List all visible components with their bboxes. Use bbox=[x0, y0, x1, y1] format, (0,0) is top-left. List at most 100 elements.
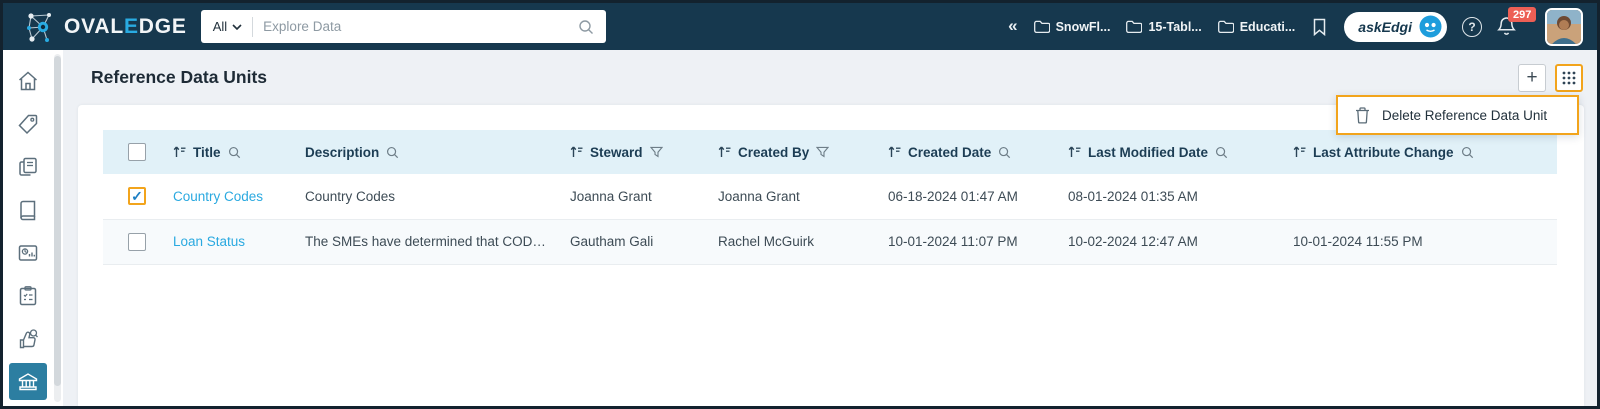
column-search-icon[interactable] bbox=[228, 146, 241, 159]
cell-created-date: 06-18-2024 01:47 AM bbox=[888, 188, 1018, 204]
column-header-created-by[interactable]: Created By bbox=[710, 130, 880, 174]
askedgi-button[interactable]: askEdgi bbox=[1344, 11, 1447, 42]
sort-icon[interactable] bbox=[718, 145, 731, 159]
sidebar-item-governance[interactable] bbox=[9, 363, 47, 400]
page-title: Reference Data Units bbox=[91, 67, 268, 87]
breadcrumb-snowflake[interactable]: SnowFl... bbox=[1033, 19, 1111, 34]
governance-bank-icon bbox=[16, 370, 40, 394]
folder-icon bbox=[1033, 19, 1050, 34]
search-icon[interactable] bbox=[578, 19, 594, 35]
main-content: Reference Data Units + Delete Reference … bbox=[63, 50, 1597, 406]
table-row: ✓ Country Codes Country Codes Joanna Gra… bbox=[103, 174, 1557, 219]
ovaledge-molecule-icon bbox=[23, 10, 55, 44]
cell-created-by: Rachel McGuirk bbox=[718, 234, 815, 249]
cell-description: The SMEs have determined that CODED... bbox=[305, 234, 562, 249]
column-search-icon[interactable] bbox=[386, 146, 399, 159]
cell-created-by: Joanna Grant bbox=[718, 188, 800, 204]
column-header-last-attribute-change[interactable]: Last Attribute Change bbox=[1285, 130, 1557, 174]
book-icon bbox=[16, 198, 40, 222]
sidebar-item-glossary[interactable] bbox=[9, 192, 47, 229]
app-window: OVALEDGE All « SnowFl... bbox=[0, 0, 1600, 409]
endorse-hand-icon bbox=[16, 327, 40, 351]
bookmark-icon[interactable] bbox=[1312, 18, 1327, 36]
user-avatar[interactable] bbox=[1545, 7, 1583, 46]
ovaledge-logo[interactable]: OVALEDGE bbox=[23, 10, 187, 44]
home-icon bbox=[16, 69, 40, 93]
content-panel: ✓ Title Description bbox=[78, 105, 1584, 406]
column-header-created-date[interactable]: Created Date bbox=[880, 130, 1060, 174]
column-filter-icon[interactable] bbox=[649, 146, 663, 159]
sidebar-item-data-catalog[interactable] bbox=[9, 149, 47, 186]
cell-created-date: 10-01-2024 11:07 PM bbox=[888, 234, 1018, 249]
folder-icon bbox=[1217, 19, 1234, 34]
left-sidebar bbox=[3, 50, 63, 406]
reference-data-units-table: ✓ Title Description bbox=[103, 130, 1557, 265]
help-icon[interactable]: ? bbox=[1462, 16, 1482, 37]
add-reference-data-unit-button[interactable]: + bbox=[1518, 63, 1546, 92]
top-navbar: OVALEDGE All « SnowFl... bbox=[3, 3, 1597, 50]
nine-dots-menu-button[interactable] bbox=[1555, 63, 1583, 92]
search-scope-label: All bbox=[212, 19, 228, 34]
sidebar-item-projects[interactable] bbox=[9, 277, 47, 314]
cell-last-modified-date: 10-02-2024 12:47 AM bbox=[1068, 234, 1198, 249]
collapse-breadcrumbs-icon[interactable]: « bbox=[1008, 17, 1017, 37]
breadcrumb-15-tables[interactable]: 15-Tabl... bbox=[1125, 19, 1202, 34]
global-search-bar[interactable]: All bbox=[200, 10, 606, 43]
folder-icon bbox=[1125, 19, 1143, 34]
askedgi-bot-icon bbox=[1419, 15, 1442, 38]
column-filter-icon[interactable] bbox=[816, 146, 830, 159]
table-row: ✓ Loan Status The SMEs have determined t… bbox=[103, 219, 1557, 264]
search-divider bbox=[252, 16, 254, 37]
cell-steward: Joanna Grant bbox=[570, 188, 652, 204]
checklist-icon bbox=[16, 284, 40, 308]
sidebar-scrollbar-thumb[interactable] bbox=[54, 56, 61, 386]
nine-dots-icon bbox=[1562, 71, 1576, 84]
cell-last-attribute-change bbox=[1285, 174, 1557, 219]
row-checkbox[interactable]: ✓ bbox=[128, 187, 146, 206]
breadcrumb-label: SnowFl... bbox=[1055, 19, 1111, 34]
reference-data-unit-link[interactable]: Country Codes bbox=[173, 189, 263, 204]
askedgi-label: askEdgi bbox=[1358, 18, 1412, 35]
sidebar-item-home[interactable] bbox=[9, 63, 47, 100]
notifications-button[interactable]: 297 bbox=[1497, 7, 1537, 37]
sort-icon[interactable] bbox=[173, 145, 186, 159]
sort-icon[interactable] bbox=[1293, 145, 1306, 159]
column-header-title[interactable]: Title bbox=[165, 130, 297, 174]
tag-icon bbox=[16, 112, 40, 136]
cell-last-attribute-change: 10-01-2024 11:55 PM bbox=[1293, 234, 1423, 249]
column-search-icon[interactable] bbox=[998, 146, 1011, 159]
sidebar-item-reports[interactable] bbox=[9, 235, 47, 272]
breadcrumb-education[interactable]: Educati... bbox=[1217, 19, 1296, 34]
cell-last-modified-date: 08-01-2024 01:35 AM bbox=[1068, 188, 1198, 204]
sort-icon[interactable] bbox=[888, 145, 901, 159]
sort-icon[interactable] bbox=[1068, 145, 1081, 159]
column-search-icon[interactable] bbox=[1215, 146, 1228, 159]
cell-steward: Gautham Gali bbox=[570, 234, 654, 249]
header-actions: + bbox=[1518, 63, 1583, 92]
ovaledge-wordmark: OVALEDGE bbox=[64, 14, 187, 38]
trash-icon bbox=[1355, 106, 1370, 124]
sort-icon[interactable] bbox=[570, 145, 583, 159]
cell-description: Country Codes bbox=[305, 188, 396, 204]
sidebar-item-data-quality[interactable] bbox=[9, 320, 47, 357]
row-checkbox[interactable]: ✓ bbox=[128, 232, 146, 251]
notification-count-badge: 297 bbox=[1508, 7, 1537, 22]
sidebar-item-tags[interactable] bbox=[9, 106, 47, 143]
chevron-down-icon bbox=[232, 23, 242, 30]
breadcrumb-label: 15-Tabl... bbox=[1148, 19, 1202, 34]
report-chart-icon bbox=[16, 241, 40, 265]
column-search-icon[interactable] bbox=[1461, 146, 1474, 159]
column-header-last-modified-date[interactable]: Last Modified Date bbox=[1060, 130, 1285, 174]
copy-pages-icon bbox=[16, 155, 40, 179]
reference-data-unit-link[interactable]: Loan Status bbox=[173, 234, 245, 249]
breadcrumb-label: Educati... bbox=[1239, 19, 1296, 34]
menu-item-label: Delete Reference Data Unit bbox=[1382, 107, 1548, 123]
select-all-checkbox[interactable]: ✓ bbox=[128, 143, 146, 161]
menu-item-delete-reference-data-unit[interactable]: Delete Reference Data Unit bbox=[1336, 95, 1579, 135]
topbar-right-group: « SnowFl... 15-Tabl... Educati... askEdg… bbox=[1008, 7, 1583, 46]
column-header-steward[interactable]: Steward bbox=[562, 130, 710, 174]
search-scope-dropdown[interactable]: All bbox=[213, 19, 242, 34]
search-input[interactable] bbox=[263, 19, 578, 34]
column-header-description[interactable]: Description bbox=[297, 130, 562, 174]
table-header-row: ✓ Title Description bbox=[103, 130, 1557, 174]
